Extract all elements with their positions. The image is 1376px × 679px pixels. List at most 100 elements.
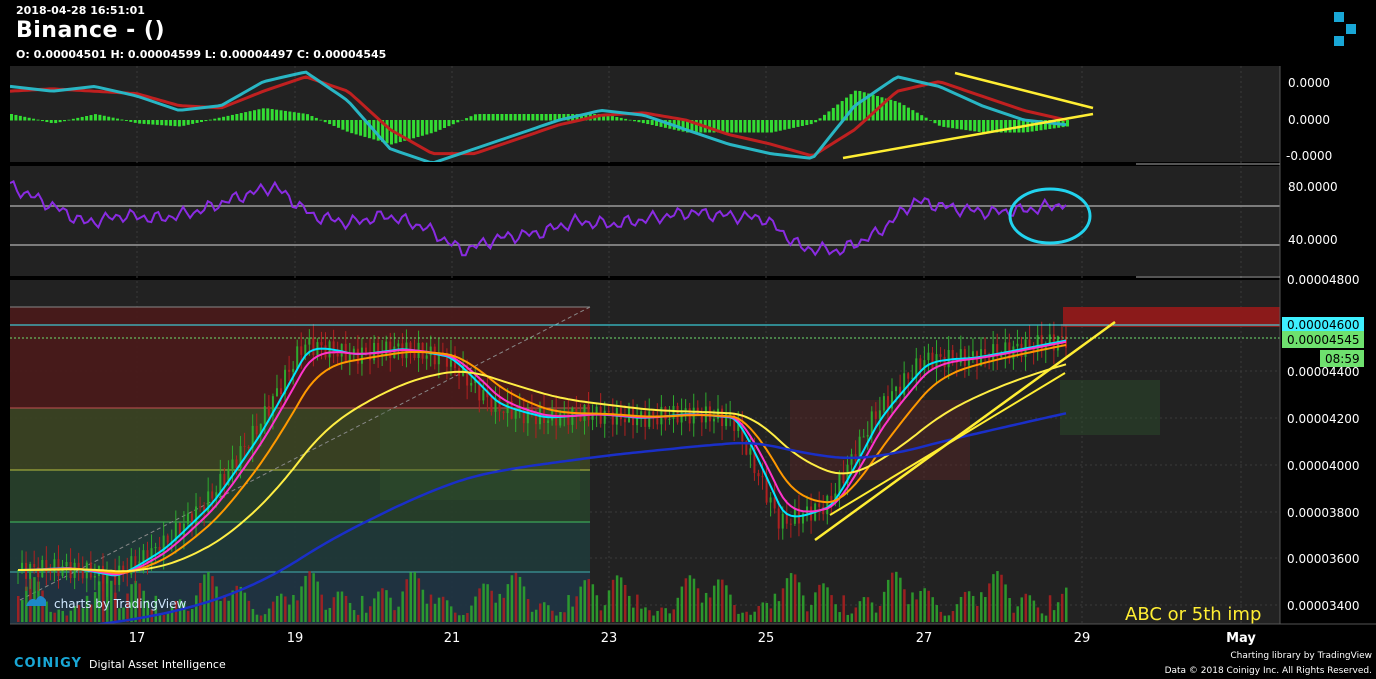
volume-bar <box>745 611 748 622</box>
macd-hist-bar <box>911 110 915 121</box>
macd-hist-bar <box>933 120 937 124</box>
volume-bar <box>429 594 433 622</box>
volume-bar <box>899 577 902 622</box>
volume-bar <box>644 607 647 622</box>
macd-hist-bar <box>734 120 738 133</box>
price-y-tick: 0.00004800 <box>1287 273 1360 287</box>
candle-body <box>308 337 311 345</box>
price-y-tick: 0.00004400 <box>1287 365 1360 379</box>
macd-hist-bar <box>447 120 451 127</box>
macd-hist-bar <box>964 120 968 131</box>
volume-bar <box>915 599 918 622</box>
volume-bar <box>296 600 299 622</box>
macd-hist-bar <box>792 120 796 128</box>
macd-hist-bar <box>80 116 84 121</box>
macd-hist-bar <box>323 120 327 123</box>
candle-body <box>992 344 995 362</box>
candle-body <box>579 415 582 421</box>
price-y-tick: 0.00004000 <box>1287 459 1360 473</box>
macd-hist-bar <box>752 120 756 133</box>
candle-body <box>235 459 238 469</box>
volume-bar <box>1056 602 1060 622</box>
macd-hist-bar <box>955 120 959 129</box>
volume-bar <box>830 595 833 622</box>
volume-bar <box>21 599 24 622</box>
volume-bar <box>41 590 44 622</box>
candle-body <box>65 562 68 567</box>
macd-hist-bar <box>177 120 181 127</box>
volume-bar <box>652 615 655 622</box>
coinigy-logo-icon[interactable] <box>1334 12 1356 46</box>
macd-hist-bar <box>195 120 199 123</box>
candle-body <box>708 406 711 422</box>
macd-hist-bar <box>906 107 910 121</box>
volume-bar <box>364 612 368 622</box>
footer-brand[interactable]: COINIGY <box>14 656 82 671</box>
macd-hist-bar <box>385 120 389 144</box>
volume-bar <box>458 615 461 622</box>
volume-bar <box>619 577 623 622</box>
macd-hist-bar <box>942 120 946 127</box>
macd-hist-bar <box>858 91 862 121</box>
candle-body <box>393 346 396 359</box>
macd-hist-bar <box>49 120 53 123</box>
macd-hist-bar <box>244 112 248 121</box>
volume-bar <box>858 601 862 622</box>
volume-bar <box>599 610 603 622</box>
volume-bar <box>955 604 959 622</box>
volume-bar <box>284 596 287 622</box>
volume-bar <box>959 596 963 622</box>
volume-bar <box>870 602 874 622</box>
volume-bar <box>280 593 283 622</box>
macd-hist-bar <box>968 120 972 131</box>
volume-bar <box>522 586 526 622</box>
volume-bar <box>765 602 769 622</box>
volume-bar <box>17 596 20 622</box>
footer-library[interactable]: Charting library by TradingView <box>1165 649 1372 664</box>
volume-bar <box>61 610 65 622</box>
macd-hist-bar <box>491 114 495 121</box>
macd-hist-bar <box>915 112 919 121</box>
volume-bar <box>454 612 457 622</box>
volume-bar <box>656 610 659 622</box>
macd-hist-bar <box>124 120 128 121</box>
volume-bar <box>247 600 251 622</box>
candle-body <box>166 535 169 543</box>
volume-bar <box>627 595 631 622</box>
candle-body <box>668 418 671 420</box>
candle-body <box>296 346 299 369</box>
macd-hist-bar <box>982 120 986 133</box>
rsi-y-tick: 80.0000 <box>1288 180 1338 194</box>
volume-bar <box>534 609 538 622</box>
macd-hist-bar <box>615 116 619 121</box>
macd-hist-bar <box>973 120 977 132</box>
macd-hist-bar <box>222 116 226 121</box>
volume-bar <box>1008 598 1011 622</box>
volume-bar <box>312 573 315 622</box>
macd-hist-bar <box>637 120 641 123</box>
volume-bar <box>773 593 777 622</box>
volume-bar <box>781 588 785 622</box>
macd-hist-bar <box>398 120 402 143</box>
candle-body <box>223 473 226 485</box>
volume-bar <box>332 597 336 622</box>
volume-bar <box>789 573 793 622</box>
macd-hist-bar <box>641 120 645 124</box>
volume-bar <box>595 595 599 622</box>
volume-bar <box>251 608 255 622</box>
volume-bar <box>834 604 837 622</box>
x-tick: 21 <box>444 631 461 646</box>
macd-hist-bar <box>880 97 884 121</box>
macd-hist-bar <box>306 114 310 121</box>
resistance-box <box>1063 307 1280 327</box>
candle-body <box>33 564 36 568</box>
volume-bar <box>676 597 680 622</box>
candle-body <box>907 373 910 379</box>
candle-body <box>360 347 363 364</box>
candle-body <box>340 343 343 357</box>
volume-bar <box>1048 595 1052 622</box>
volume-bar <box>1012 612 1015 622</box>
chart-canvas[interactable]: 0.0000 0.0000 -0.0000 80.0000 40.0000 0.… <box>0 0 1376 678</box>
volume-bar <box>243 592 247 622</box>
macd-hist-bar <box>747 120 751 133</box>
